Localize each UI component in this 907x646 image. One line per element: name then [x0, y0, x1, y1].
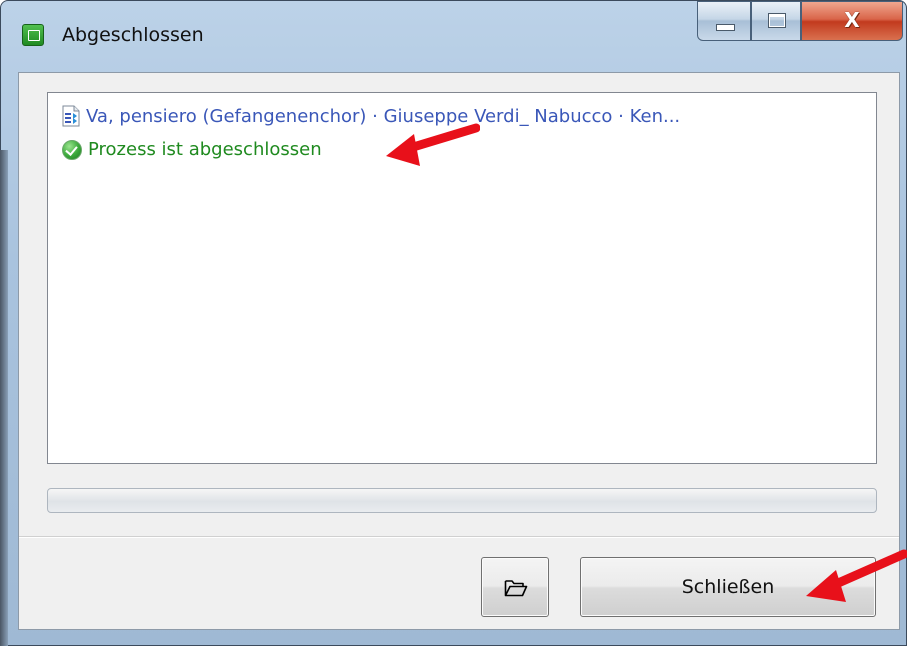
success-check-icon [62, 139, 82, 160]
caption-buttons: X [697, 1, 903, 41]
close-button[interactable]: Schließen [580, 557, 876, 617]
folder-open-icon [504, 580, 528, 597]
open-folder-button[interactable] [481, 557, 549, 617]
close-button-label: Schließen [681, 576, 775, 598]
audio-file-icon [62, 105, 80, 127]
progress-bar [47, 488, 877, 513]
screenshot: Abgeschlossen X Va, pensiero (Gefangenen… [0, 0, 907, 646]
footer-separator [19, 536, 899, 538]
close-window-button[interactable]: X [801, 1, 903, 41]
status-text: Prozess ist abgeschlossen [88, 139, 322, 160]
list-item-status[interactable]: Prozess ist abgeschlossen [62, 139, 322, 160]
maximize-button[interactable] [751, 1, 801, 41]
list-item-file[interactable]: Va, pensiero (Gefangenenchor) · Giuseppe… [62, 105, 680, 127]
maximize-icon [768, 13, 786, 28]
close-icon: X [844, 8, 860, 32]
minimize-icon [716, 24, 735, 31]
file-name-text: Va, pensiero (Gefangenenchor) · Giuseppe… [86, 105, 681, 127]
window-title: Abgeschlossen [62, 24, 204, 46]
background-window-edge [0, 150, 8, 646]
title-bar[interactable]: Abgeschlossen X [0, 0, 905, 70]
result-list[interactable]: Va, pensiero (Gefangenenchor) · Giuseppe… [47, 92, 877, 464]
minimize-button[interactable] [697, 1, 751, 41]
app-icon [22, 24, 44, 46]
